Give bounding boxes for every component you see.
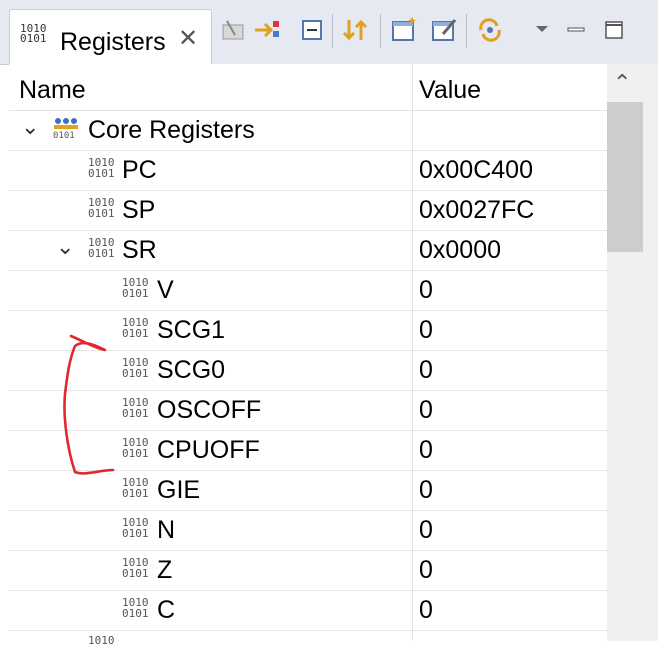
register-group-icon: 0101 [51, 116, 83, 147]
register-icon: 1010 0101 [88, 156, 115, 180]
table-row[interactable]: 1010 0101 N 0 [9, 510, 617, 551]
registers-icon: 1010 0101 [20, 22, 47, 45]
svg-text:✦: ✦ [407, 16, 417, 28]
register-name: PC [122, 156, 157, 184]
edit-group-icon[interactable] [428, 14, 460, 46]
register-icon: 1010 0101 [122, 516, 149, 540]
register-icon: 1010 0101 [122, 316, 149, 340]
table-row[interactable]: 1010 0101 PC 0x00C400 [9, 150, 617, 191]
register-name: SP [122, 196, 156, 224]
scroll-thumb[interactable] [607, 102, 643, 252]
table-row[interactable]: 1010 0101 Z 0 [9, 550, 617, 591]
import-icon[interactable] [252, 14, 284, 46]
refresh-icon[interactable] [474, 14, 506, 46]
register-value[interactable]: 0 [419, 515, 433, 545]
register-value[interactable]: 0 [419, 275, 433, 305]
table-row-group[interactable]: ⌄ 0101 Core Registers [9, 110, 617, 151]
register-value[interactable]: 0 [419, 555, 433, 585]
register-value[interactable]: 0x00C400 [419, 155, 533, 185]
minimize-icon[interactable] [560, 14, 592, 46]
chevron-down-icon[interactable]: ⌄ [21, 114, 39, 140]
register-name: C [157, 596, 176, 624]
register-name: N [157, 516, 176, 544]
register-value[interactable]: 0 [419, 395, 433, 425]
register-icon: 1010 0101 [122, 556, 149, 580]
register-value[interactable]: 0 [419, 435, 433, 465]
column-header-value[interactable]: Value [419, 76, 481, 105]
register-value[interactable]: 0 [419, 475, 433, 505]
svg-text:0101: 0101 [53, 131, 75, 141]
red-bracket-annotation [63, 334, 115, 475]
collapse-icon[interactable] [296, 14, 328, 46]
column-header-name[interactable]: Name [19, 76, 86, 105]
view-menu-icon[interactable] [526, 14, 558, 46]
toolbar-separator [466, 14, 467, 48]
register-name: Z [157, 556, 173, 584]
tab-title: Registers [60, 28, 166, 56]
register-icon: 1010 0101 [122, 476, 149, 500]
register-group-label: Core Registers [88, 116, 255, 144]
table-row[interactable]: 1010 0101 V 0 [9, 270, 617, 311]
sync-icon[interactable] [340, 14, 372, 46]
toolbar-separator [380, 14, 381, 48]
register-value[interactable]: 0 [419, 315, 433, 345]
table-row[interactable]: 1010 0101 C 0 [9, 590, 617, 631]
clear-icon[interactable] [218, 14, 250, 46]
register-icon: 1010 0101 [88, 196, 115, 220]
toolbar-separator [332, 14, 333, 48]
register-icon: 1010 0101 [122, 436, 149, 460]
register-name: GIE [157, 476, 201, 504]
chevron-down-icon[interactable]: ⌄ [56, 234, 74, 260]
register-icon: 1010 0101 [122, 396, 149, 420]
register-icon: 1010 0101 [122, 356, 149, 380]
register-value[interactable]: 0x0000 [419, 235, 501, 265]
view-toolbar: 1010 0101 Registers ✕ ✦ [0, 0, 658, 65]
register-name: V [157, 276, 174, 304]
table-header: Name Value [9, 64, 617, 111]
register-icon: 1010 0101 [122, 596, 149, 620]
register-name: SR [122, 236, 157, 264]
close-icon[interactable]: ✕ [178, 26, 198, 52]
register-value[interactable]: 0 [419, 355, 433, 385]
table-row-partial[interactable]: 1010 [9, 630, 617, 670]
scroll-up-icon[interactable]: ⌃ [613, 70, 631, 96]
register-icon: 1010 0101 [88, 236, 115, 260]
table-row[interactable]: ⌄ 1010 0101 SR 0x0000 [9, 230, 617, 271]
register-name: OSCOFF [157, 396, 262, 424]
register-value[interactable]: 0 [419, 595, 433, 625]
register-icon: 1010 0101 [122, 276, 149, 300]
maximize-icon[interactable] [598, 14, 630, 46]
register-name: SCG0 [157, 356, 226, 384]
new-group-icon[interactable]: ✦ [388, 14, 420, 46]
vertical-scrollbar[interactable]: ⌃ [607, 64, 658, 641]
register-name: CPUOFF [157, 436, 260, 464]
register-name: SCG1 [157, 316, 226, 344]
table-row[interactable]: 1010 0101 SP 0x0027FC [9, 190, 617, 231]
tab-registers[interactable]: 1010 0101 Registers ✕ [9, 9, 212, 65]
register-value[interactable]: 0x0027FC [419, 195, 534, 225]
